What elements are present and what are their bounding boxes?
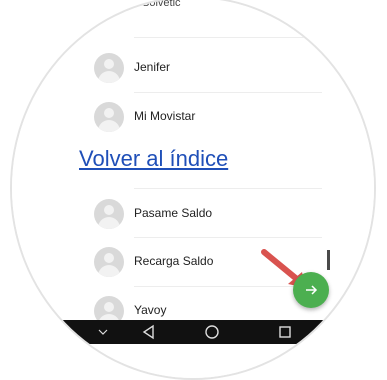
screenshot-stage: Solvetic Jenifer Mi Movistar Pasame Sald… bbox=[0, 0, 387, 380]
chevron-down-icon bbox=[98, 329, 108, 335]
home-circle-icon bbox=[205, 325, 219, 339]
back-triangle-icon bbox=[142, 324, 154, 340]
partial-contact-name: Solvetic bbox=[142, 0, 181, 9]
phone-screen: Solvetic Jenifer Mi Movistar Pasame Sald… bbox=[12, 0, 374, 378]
list-divider bbox=[134, 92, 322, 93]
contact-avatar bbox=[94, 199, 124, 229]
list-divider bbox=[134, 37, 322, 38]
recents-square-icon bbox=[279, 326, 291, 338]
android-nav-bar bbox=[62, 320, 342, 344]
contact-item-mi-movistar[interactable]: Mi Movistar bbox=[90, 94, 330, 140]
back-to-index-link[interactable]: Volver al índice bbox=[79, 146, 228, 172]
nav-back-button[interactable] bbox=[134, 320, 164, 344]
contact-avatar bbox=[94, 102, 124, 132]
contact-item-jenifer[interactable]: Jenifer bbox=[90, 45, 330, 91]
contact-avatar bbox=[94, 53, 124, 83]
nav-recents-button[interactable] bbox=[270, 320, 300, 344]
arrow-right-icon bbox=[306, 285, 318, 295]
contact-avatar bbox=[94, 247, 124, 277]
contact-name: Yavoy bbox=[134, 303, 167, 317]
contact-item-pasame-saldo[interactable]: Pasame Saldo bbox=[90, 191, 330, 237]
list-divider bbox=[134, 188, 322, 189]
scrollbar-thumb[interactable] bbox=[327, 250, 330, 270]
contact-name: Jenifer bbox=[134, 60, 171, 74]
nav-hide-keyboard-button[interactable] bbox=[88, 320, 118, 344]
nav-home-button[interactable] bbox=[197, 320, 227, 344]
contact-name: Pasame Saldo bbox=[134, 206, 213, 220]
contact-name: Recarga Saldo bbox=[134, 254, 214, 268]
list-divider bbox=[134, 237, 322, 238]
magnifier-lens: Solvetic Jenifer Mi Movistar Pasame Sald… bbox=[10, 0, 376, 380]
next-fab-button[interactable] bbox=[293, 272, 329, 308]
contact-name: Mi Movistar bbox=[134, 109, 196, 123]
